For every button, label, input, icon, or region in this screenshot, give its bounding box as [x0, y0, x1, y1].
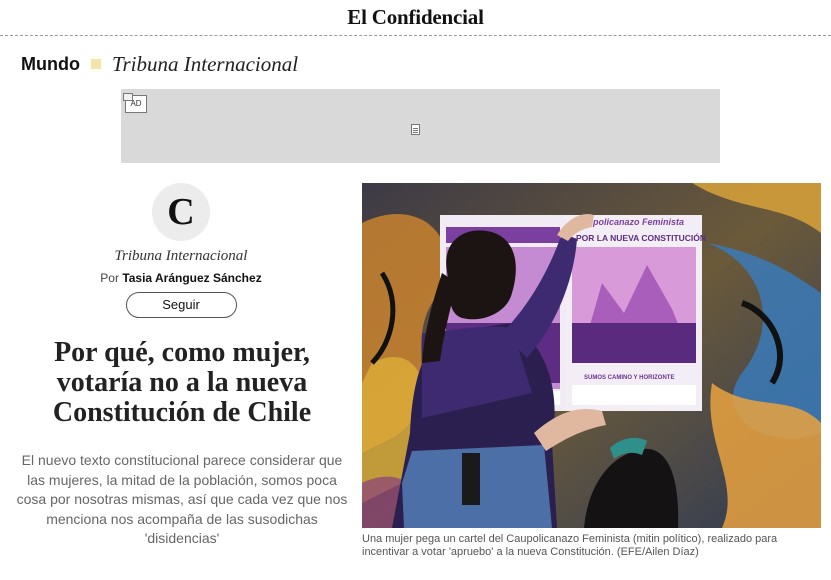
masthead: El Confidencial [0, 0, 831, 36]
blog-avatar[interactable]: C [152, 183, 210, 241]
follow-button[interactable]: Seguir [125, 292, 237, 318]
ad-placeholder[interactable]: AD [121, 89, 720, 163]
broken-image-icon [411, 124, 420, 135]
article-photo[interactable]: Caupolicanazo Feminista POR LA NUEVA CON… [362, 183, 821, 528]
photo-illustration: Caupolicanazo Feminista POR LA NUEVA CON… [362, 183, 821, 528]
byline: Por Tasia Aránguez Sánchez [0, 271, 362, 285]
poster-title-2: POR LA NUEVA CONSTITUCIÓN [576, 232, 706, 243]
author-block: C Tribuna Internacional Por Tasia Arángu… [0, 180, 362, 318]
blog-name[interactable]: Tribuna Internacional [0, 248, 362, 265]
article-dek: El nuevo texto constitucional parece con… [16, 452, 348, 546]
section-separator-dot [90, 59, 101, 69]
photo-caption: Una mujer pega un cartel del Caupolicana… [362, 533, 778, 558]
ad-icon: AD [123, 93, 147, 113]
site-logo[interactable]: El Confidencial [0, 0, 831, 34]
section-breadcrumb: Mundo Tribuna Internacional [21, 51, 298, 77]
author-name-link[interactable]: Tasia Aránguez Sánchez [122, 271, 261, 285]
byline-prefix: Por [100, 271, 119, 285]
section-link-mundo[interactable]: Mundo [21, 54, 80, 75]
poster-footer: SUMOS CAMINO Y HORIZONTE [584, 375, 674, 381]
subsection-link[interactable]: Tribuna Internacional [112, 52, 298, 77]
article-headline: Por qué, como mujer, votaría no a la nue… [52, 337, 312, 428]
